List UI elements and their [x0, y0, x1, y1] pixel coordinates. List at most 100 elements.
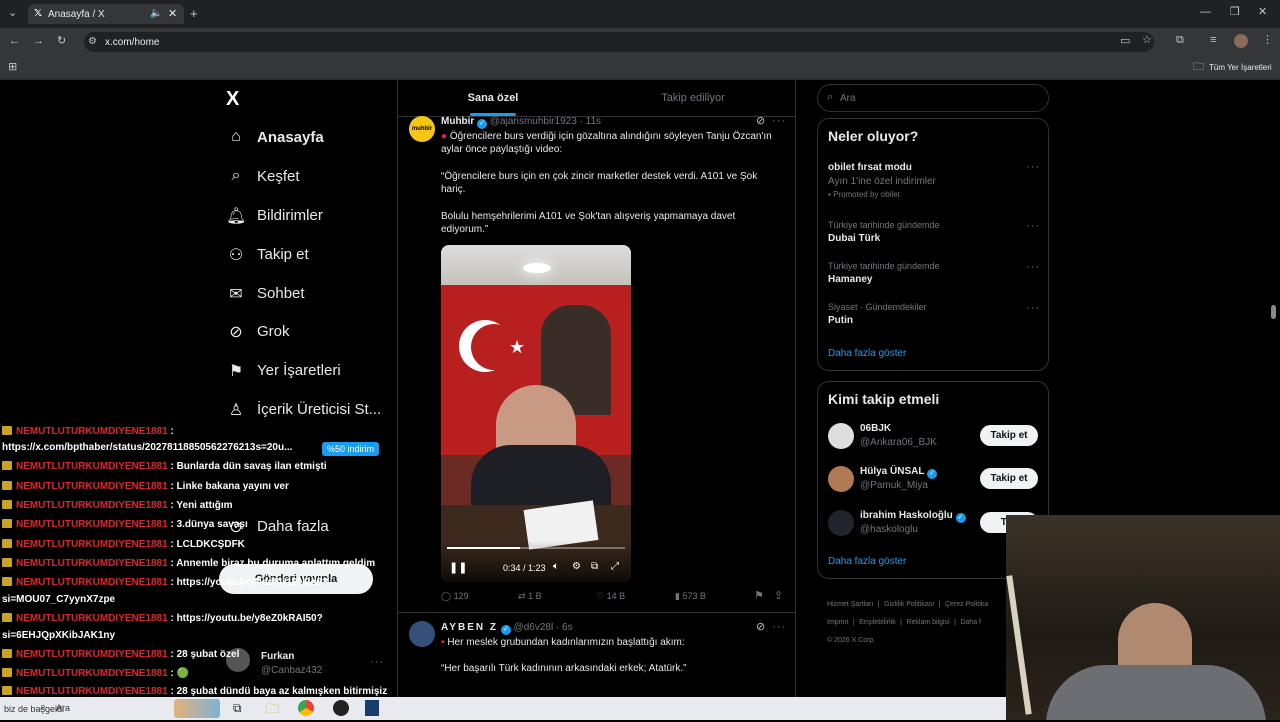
url-bar[interactable]: ⚙ x.com/home [84, 32, 1154, 52]
author-name[interactable]: AYBEN Z [441, 622, 498, 633]
pause-icon[interactable]: ❚❚ [449, 561, 467, 574]
footer-link[interactable]: Erişilebilirlik [859, 619, 896, 626]
new-tab-icon[interactable]: + [190, 7, 198, 20]
audio-icon[interactable]: 🔈 [150, 8, 162, 19]
tab-for-you[interactable]: Sana özel [398, 80, 588, 116]
share-icon[interactable]: ⇪ [774, 591, 783, 602]
user-name[interactable]: 06BJK [860, 423, 891, 434]
author-handle[interactable]: @d6v28l · 6s [514, 622, 573, 633]
trend-item[interactable]: Türkiye tarihinde gündemde Dubai Türk [828, 220, 940, 244]
follow-button[interactable]: Takip et [980, 468, 1038, 489]
reload-icon[interactable]: ↻ [57, 36, 66, 47]
bookmark-star-icon[interactable]: ☆ [1142, 35, 1152, 46]
progress-track[interactable] [447, 547, 625, 549]
window-close-icon[interactable]: ✕ [1258, 7, 1267, 18]
file-explorer-icon[interactable]: 🗀 [266, 700, 279, 722]
trend-item[interactable]: Türkiye tarihinde gündemde Hamaney [828, 261, 940, 285]
trend-item[interactable]: obilet fırsat modu Ayın 1'ine özel indir… [828, 162, 936, 199]
fullscreen-icon[interactable]: ⤢ [611, 561, 619, 572]
chat-message: NEMUTLUTURKUMDIYENE1881 : 28 şubat özel [2, 649, 239, 665]
footer-link[interactable]: Daha f [960, 619, 981, 626]
all-bookmarks-label[interactable]: Tüm Yer İşaretleri [1209, 63, 1272, 72]
trend-menu-icon[interactable]: ··· [1026, 302, 1040, 314]
back-icon[interactable]: ← [9, 36, 20, 47]
trend-item[interactable]: Siyaset · Gündemdekiler Putin [828, 302, 927, 326]
repost-icon: ⇄ [518, 591, 526, 601]
follow-button[interactable]: Takip et [980, 425, 1038, 446]
site-info-icon[interactable]: ⚙ [88, 36, 97, 47]
trend-menu-icon[interactable]: ··· [1026, 261, 1040, 273]
show-more-link[interactable]: Daha fazla göster [828, 556, 906, 567]
pip-icon[interactable]: ⧉ [591, 561, 598, 572]
reading-list-icon[interactable]: ≡ [1210, 35, 1216, 46]
trend-sub: Ayın 1'ine özel indirimler [828, 176, 936, 187]
user-name[interactable]: Hülya ÜNSAL ✓ [860, 466, 938, 479]
show-more-link[interactable]: Daha fazla göster [828, 348, 906, 359]
footer-link[interactable]: Reklam bilgisi [906, 619, 949, 626]
tab-list-icon[interactable]: ⌄ [8, 8, 17, 19]
grok-explain-icon[interactable]: ⊘ [756, 116, 765, 127]
trend-menu-icon[interactable]: ··· [1026, 220, 1040, 232]
volume-icon[interactable]: 🔈︎ [553, 561, 559, 572]
webcam-shoulders [1046, 665, 1266, 720]
user-avatar[interactable] [828, 510, 854, 536]
taskbar-widget[interactable] [174, 699, 220, 718]
tab-label: Sana özel [467, 92, 519, 104]
repost-action[interactable]: ⇄ 1 B [518, 591, 542, 602]
flag-star-icon: ★ [509, 337, 526, 357]
restore-icon[interactable]: ❐ [1230, 7, 1240, 18]
search-box[interactable]: ⌕ Ara [817, 84, 1049, 112]
cast-icon[interactable]: ▭ [1120, 36, 1130, 47]
user-avatar[interactable] [828, 423, 854, 449]
chat-badge-icon [2, 577, 12, 586]
task-view-icon[interactable]: ⧉ [233, 701, 242, 716]
chat-badge-icon [2, 539, 12, 548]
tweet-video[interactable]: ★ ❚❚ 0:34 / 1:23 🔈︎ ⚙ ⧉ ⤢ [441, 245, 631, 582]
tab-following[interactable]: Takip ediliyor [598, 80, 788, 116]
chat-badge-icon [2, 668, 12, 677]
footer-link[interactable]: Çerez Politika [945, 601, 988, 608]
webcam-overlay [1006, 515, 1280, 720]
tweet-menu-icon[interactable]: ··· [772, 621, 786, 633]
muhbir-avatar[interactable]: muhbir [409, 116, 435, 142]
user-avatar[interactable] [828, 466, 854, 492]
author-name[interactable]: Muhbir [441, 116, 474, 127]
page-scrollbar[interactable] [1271, 305, 1276, 319]
tab-label: Takip ediliyor [661, 92, 725, 104]
grok-explain-icon[interactable]: ⊘ [756, 622, 765, 633]
chat-message: si=6EHJQpXKibJAK1ny [2, 630, 116, 641]
game-icon[interactable] [365, 700, 379, 716]
author-handle[interactable]: @ajansmuhbir1923 · 11s [490, 116, 601, 127]
tweet-menu-icon[interactable]: ··· [772, 115, 786, 127]
tweet-header: Muhbir ✓ @ajansmuhbir1923 · 11s [441, 116, 601, 129]
chrome-icon[interactable] [298, 700, 314, 716]
browser-tab[interactable]: 𝕏 Anasayfa / X 🔈 ✕ [28, 4, 184, 24]
extensions-icon[interactable]: ⧉ [1176, 35, 1184, 46]
taskbar-search-icon[interactable]: ⌕ [40, 701, 46, 714]
minimize-icon[interactable]: — [1200, 7, 1211, 18]
taskbar-search[interactable]: Ara [56, 703, 70, 713]
obs-icon[interactable] [333, 700, 349, 716]
divider [398, 612, 796, 613]
trend-menu-icon[interactable]: ··· [1026, 161, 1040, 173]
bookmark-tweet-icon[interactable]: ⚑ [754, 591, 764, 602]
footer-link[interactable]: Imprint [827, 619, 848, 626]
apps-grid-icon[interactable]: ⊞ [8, 62, 17, 73]
reply-action[interactable]: ◯ 129 [441, 591, 469, 602]
tab-close-icon[interactable]: ✕ [168, 7, 177, 20]
user-name[interactable]: ibrahim Haskoloğlu ✓ [860, 510, 966, 523]
profile-avatar[interactable] [1234, 34, 1248, 48]
settings-icon[interactable]: ⚙ [572, 561, 581, 572]
views-action[interactable]: ▮ 573 B [675, 591, 706, 602]
like-action[interactable]: ♡ 14 B [596, 591, 625, 602]
footer-link[interactable]: Hizmet Şartları [827, 601, 873, 608]
forward-icon[interactable]: → [33, 36, 44, 47]
ayben-avatar[interactable] [409, 621, 435, 647]
menu-icon[interactable]: ⋮ [1262, 35, 1273, 46]
bookmarks-bar: ⊞ 🗀 Tüm Yer İşaretleri [0, 56, 1280, 80]
x-logo[interactable]: X [226, 88, 239, 111]
user-handle: @Ankara06_BJK [860, 437, 937, 448]
siren-icon: ● [441, 131, 448, 142]
search-placeholder: Ara [840, 93, 856, 104]
footer-link[interactable]: Gizlilik Politikası [884, 601, 934, 608]
